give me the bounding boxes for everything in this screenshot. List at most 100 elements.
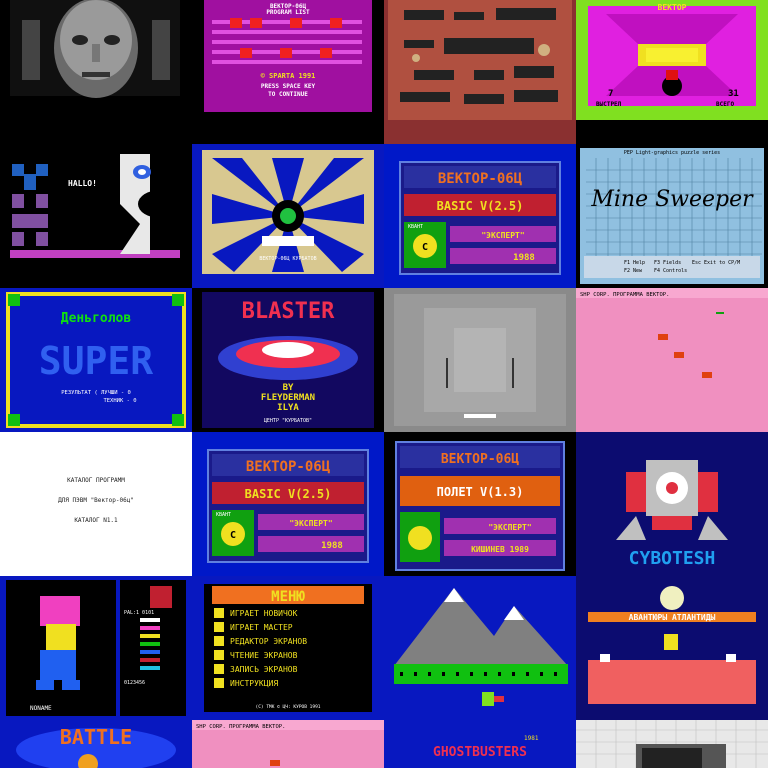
menu-item[interactable]: ИНСТРУКЦИЯ: [230, 679, 278, 688]
tile-super-dengolov[interactable]: Деньголов SUPER РЕЗУЛЬТАТ ( ЛУЧШИ - 0 ТЕ…: [0, 288, 192, 432]
tile-circuit-board[interactable]: [384, 0, 576, 144]
basic-v25-screen-a: ВЕКТОР-06Ц BASIC V(2.5) C "ЭКСПЕРТ" 1988…: [384, 144, 576, 288]
tile-minesweeper[interactable]: PEP Light-graphics puzzle series Mine Sw…: [576, 144, 768, 288]
screenshot-gallery-grid: ВЕКТОР-06Ц PROGRAM LIST © SPARTA 1991 PR…: [0, 0, 768, 768]
hallo-robot-screen: HALLO!: [0, 144, 192, 288]
basic-a-year: 1988: [513, 253, 535, 263]
catalog-line3: КАТАЛОГ N1.1: [74, 517, 118, 524]
radar-arena-screen: ВЕКТОР-06Ц КУРБАТОВ: [192, 144, 384, 288]
pink-game-screen-b: SHP CORP. ПРОГРАММА ВЕКТОР.: [192, 720, 384, 768]
tile-pink-game-b[interactable]: SHP CORP. ПРОГРАММА ВЕКТОР.: [192, 720, 384, 768]
tile-basic-v25-a[interactable]: ВЕКТОР-06Ц BASIC V(2.5) C "ЭКСПЕРТ" 1988…: [384, 144, 576, 288]
basic-b-brand-icon: C: [230, 530, 236, 541]
menu-item-marker: [214, 664, 224, 674]
menu-item[interactable]: РЕДАКТОР ЭКРАНОВ: [230, 637, 307, 646]
basic-a-version: BASIC V(2.5): [437, 199, 524, 213]
tile-atlantis[interactable]: АВАНТЮРЫ АТЛАНТИДЫ: [576, 576, 768, 720]
catalog-line2: ДЛЯ ПЭВМ "Вектор-06ц": [58, 497, 134, 504]
tile-computer-photo[interactable]: [576, 720, 768, 768]
tile-face-portrait[interactable]: [0, 0, 192, 144]
menu-item-marker: [214, 608, 224, 618]
mine-header: PEP Light-graphics puzzle series: [624, 150, 720, 156]
mine-exit: Esc Exit to CP/M: [692, 260, 740, 266]
pink-game-screen-a: SHP CORP. ПРОГРАММА ВЕКТОР.: [576, 288, 768, 432]
menu-item[interactable]: ЧТЕНИЕ ЭКРАНОВ: [230, 651, 298, 660]
tile-basic-v25-b[interactable]: ВЕКТОР-06Ц BASIC V(2.5) C "ЭКСПЕРТ" 1988…: [192, 432, 384, 576]
sparta-line4: PRESS SPACE KEY: [261, 83, 316, 90]
ghost-title: GHOSTBUSTERS: [433, 745, 527, 760]
menu-item[interactable]: ЗАПИСЬ ЭКРАНОВ: [230, 665, 298, 674]
tile-vector-shooter[interactable]: ВЕКТОР 7 31 ВЫСТРЕЛ ВСЕГО: [576, 0, 768, 144]
shooter-left-label: ВЫСТРЕЛ: [596, 101, 622, 108]
shooter-right-label: ВСЕГО: [716, 101, 734, 108]
tile-menu[interactable]: МЕНЮ ИГРАЕТ НОВИЧОК ИГРАЕТ МАСТЕР РЕДАКТОР…: [192, 576, 384, 720]
menu-item-marker: [214, 678, 224, 688]
circuit-board-photo: [384, 0, 576, 144]
shooter-right-num: 31: [728, 89, 739, 99]
sparta-line3: © SPARTA 1991: [261, 72, 316, 80]
radar-caption: ВЕКТОР-06Ц КУРБАТОВ: [259, 256, 316, 262]
blaster-footer: ЦЕНТР "КУРБАТОВ": [264, 418, 312, 424]
polet-maker: "ЭКСПЕРТ": [488, 523, 531, 532]
mine-controls: F4 Controls: [654, 268, 687, 274]
menu-item-marker: [214, 622, 224, 632]
menu-item-marker: [214, 650, 224, 660]
menu-item[interactable]: ИГРАЕТ МАСТЕР: [230, 623, 293, 632]
super-title2: SUPER: [39, 339, 154, 383]
tile-pink-game-a[interactable]: SHP CORP. ПРОГРАММА ВЕКТОР.: [576, 288, 768, 432]
mine-fields: F3 Fields: [654, 260, 681, 266]
battle-title: BATTLE: [60, 725, 132, 749]
basic-a-brand-icon: C: [422, 242, 428, 253]
tile-sparta-title[interactable]: ВЕКТОР-06Ц PROGRAM LIST © SPARTA 1991 PR…: [192, 0, 384, 144]
face-portrait-image: [0, 0, 192, 144]
basic-b-title: ВЕКТОР-06Ц: [246, 459, 331, 475]
tile-hallo-robot[interactable]: HALLO!: [0, 144, 192, 288]
vector-shooter-screen: ВЕКТОР 7 31 ВЫСТРЕЛ ВСЕГО: [576, 0, 768, 144]
cybotesh-screen: CYBOTESH: [576, 432, 768, 576]
basic-b-version: BASIC V(2.5): [245, 487, 332, 501]
blaster-by: BY: [283, 383, 294, 393]
tile-battle[interactable]: BATTLE: [0, 720, 192, 768]
tile-cybotesh[interactable]: CYBOTESH: [576, 432, 768, 576]
sparta-line5: TO CONTINUE: [268, 91, 308, 98]
polet-title: ВЕКТОР-06Ц: [441, 452, 519, 467]
blaster-author: FLEYDERMAN: [261, 393, 315, 403]
menu-item[interactable]: ИГРАЕТ НОВИЧОК: [230, 609, 298, 618]
minesweeper-screen: PEP Light-graphics puzzle series Mine Sw…: [576, 144, 768, 288]
super-title1: Деньголов: [61, 311, 132, 326]
tile-blaster[interactable]: BLASTER BY FLEYDERMAN ILYA ЦЕНТР "КУРБАТ…: [192, 288, 384, 432]
menu-title: МЕНЮ: [271, 589, 305, 605]
shooter-top: ВЕКТОР: [658, 3, 687, 12]
sparta-title-screen: ВЕКТОР-06Ц PROGRAM LIST © SPARTA 1991 PR…: [192, 0, 384, 144]
ghost-num: 1981: [524, 735, 539, 742]
tile-polet[interactable]: ВЕКТОР-06Ц ПОЛЕТ V(1.3) "ЭКСПЕРТ" КИШИНЕ…: [384, 432, 576, 576]
basic-b-brand: КВАНТ: [216, 512, 231, 518]
mine-help: F1 Help: [624, 260, 645, 266]
super-dengolov-screen: Деньголов SUPER РЕЗУЛЬТАТ ( ЛУЧШИ - 0 ТЕ…: [0, 288, 192, 432]
blaster-name: ILYA: [277, 403, 299, 413]
ghostbusters-screen: 1981 GHOSTBUSTERS: [384, 720, 576, 768]
cybotesh-title: CYBOTESH: [629, 548, 716, 569]
tile-catalog[interactable]: КАТАЛОГ ПРОГРАММ ДЛЯ ПЭВМ "Вектор-06ц" К…: [0, 432, 192, 576]
sparta-line2: PROGRAM LIST: [266, 9, 310, 16]
tile-ghostbusters[interactable]: 1981 GHOSTBUSTERS: [384, 720, 576, 768]
hallo-text: HALLO!: [68, 179, 97, 188]
pink-a-header: SHP CORP. ПРОГРАММА ВЕКТОР.: [580, 292, 669, 298]
mine-new: F2 New: [624, 268, 643, 274]
shooter-left-num: 7: [608, 89, 613, 99]
polet-screen: ВЕКТОР-06Ц ПОЛЕТ V(1.3) "ЭКСПЕРТ" КИШИНЕ…: [384, 432, 576, 576]
computer-photo: [576, 720, 768, 768]
super-result: РЕЗУЛЬТАТ ( ЛУЧШИ - 0: [61, 390, 131, 396]
menu-item-marker: [214, 636, 224, 646]
tile-radar-arena[interactable]: ВЕКТОР-06Ц КУРБАТОВ: [192, 144, 384, 288]
mountains-screen: [384, 576, 576, 720]
basic-b-maker: "ЭКСПЕРТ": [289, 519, 332, 528]
tile-pixel-editor[interactable]: PAL:1 0101 0123456 NONAME: [0, 576, 192, 720]
basic-a-maker: "ЭКСПЕРТ": [481, 231, 524, 240]
basic-a-brand: КВАНТ: [408, 224, 423, 230]
tile-gray-corridor[interactable]: [384, 288, 576, 432]
atlantis-screen: АВАНТЮРЫ АТЛАНТИДЫ: [576, 576, 768, 720]
atlantis-banner: АВАНТЮРЫ АТЛАНТИДЫ: [629, 613, 716, 622]
tile-mountains[interactable]: [384, 576, 576, 720]
catalog-line1: КАТАЛОГ ПРОГРАММ: [67, 477, 125, 484]
